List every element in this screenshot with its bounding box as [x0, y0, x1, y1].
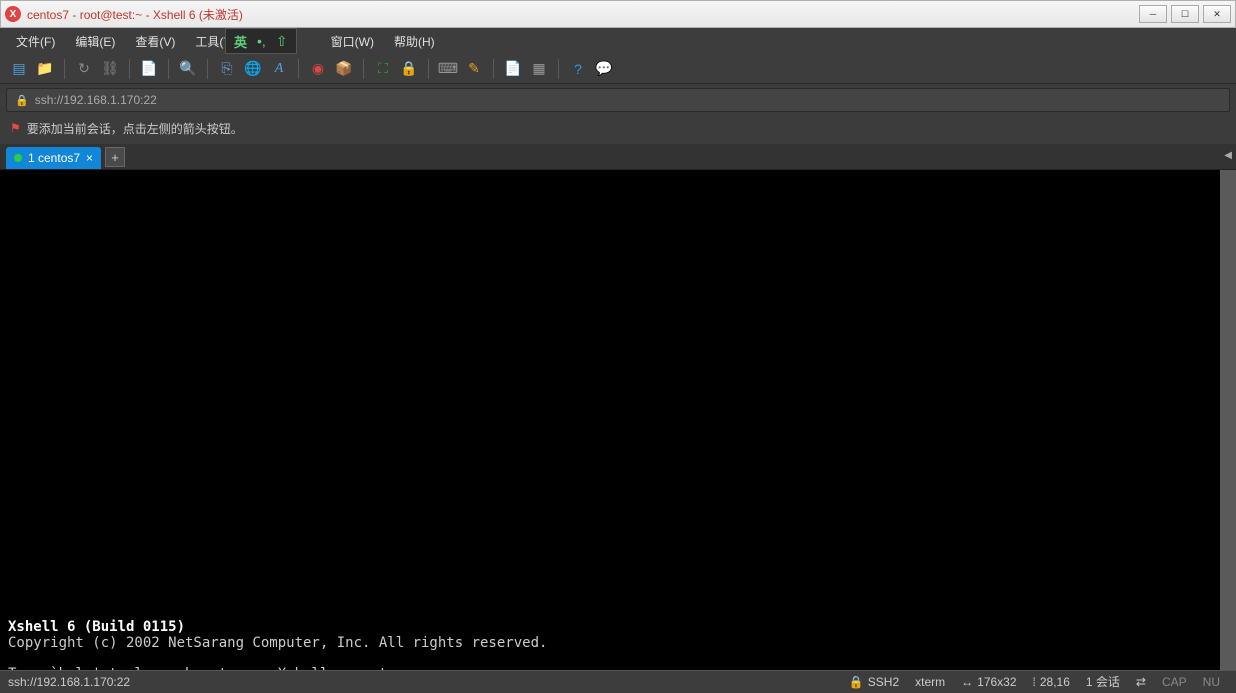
session-tab[interactable]: 1 centos7 ×	[6, 147, 101, 169]
status-lock-icon: 🔒	[849, 675, 864, 689]
separator	[64, 59, 65, 79]
window-title: centos7 - root@test:~ - Xshell 6 (未激活)	[27, 6, 1135, 23]
info-text: 要添加当前会话，点击左侧的箭头按钮。	[27, 120, 243, 137]
address-bar[interactable]: 🔒 ssh://192.168.1.170:22	[6, 88, 1230, 112]
separator	[363, 59, 364, 79]
status-dot-icon	[14, 154, 22, 162]
new-file-icon[interactable]: 📄	[503, 59, 523, 79]
terminal-line: Xshell 6 (Build 0115)	[8, 619, 185, 635]
tab-close-icon[interactable]: ×	[86, 151, 93, 165]
xftp-icon[interactable]: 📦	[334, 59, 354, 79]
terminal-scrollbar[interactable]	[1220, 170, 1236, 670]
menu-help[interactable]: 帮助(H)	[384, 29, 445, 54]
properties-icon[interactable]: 📄	[139, 59, 159, 79]
globe-icon[interactable]: 🌐	[243, 59, 263, 79]
separator	[129, 59, 130, 79]
status-term: xterm	[915, 675, 945, 689]
reconnect-icon[interactable]: ↻	[74, 59, 94, 79]
separator	[428, 59, 429, 79]
maximize-button[interactable]: ☐	[1171, 5, 1199, 23]
tab-label: 1 centos7	[28, 151, 80, 165]
size-icon: ↔	[961, 675, 973, 689]
keyboard-icon[interactable]: ⌨	[438, 59, 458, 79]
ime-punct-icon: •,	[257, 33, 266, 49]
ime-indicator[interactable]: 英 •, ⇧	[225, 28, 297, 54]
terminal-view[interactable]: Xshell 6 (Build 0115) Copyright (c) 2002…	[0, 170, 1236, 670]
pos-icon: ⁞	[1033, 675, 1036, 689]
info-bar: ⚑ 要添加当前会话，点击左侧的箭头按钮。	[6, 116, 1230, 140]
status-cap: CAP	[1162, 675, 1187, 689]
menu-bar: 文件(F) 编辑(E) 查看(V) 工具(T 英 •, ⇧ 窗口(W) 帮助(H…	[0, 28, 1236, 54]
app-icon: X	[5, 6, 21, 22]
find-icon[interactable]: 🔍	[178, 59, 198, 79]
status-sessions: 1 会话	[1086, 673, 1120, 690]
tab-strip: 1 centos7 × + ◀	[0, 144, 1236, 170]
menu-window[interactable]: 窗口(W)	[321, 29, 384, 54]
lock-icon[interactable]: 🔒	[399, 59, 419, 79]
xagent-icon[interactable]: ◉	[308, 59, 328, 79]
menu-edit[interactable]: 编辑(E)	[65, 29, 125, 54]
transfer-icon[interactable]: ⇄	[1136, 675, 1146, 689]
toolbar: ▤ 📁 ↻ ⛓ 📄 🔍 ⎘ 🌐 A ◉ 📦 ⛶ 🔒 ⌨ ✎ 📄 ▦ ? 💬	[0, 54, 1236, 84]
status-address: ssh://192.168.1.170:22	[8, 675, 841, 689]
separator	[298, 59, 299, 79]
ime-mode-label: 英	[234, 32, 247, 51]
minimize-button[interactable]: ─	[1139, 5, 1167, 23]
open-session-icon[interactable]: 📁	[35, 59, 55, 79]
copy-icon[interactable]: ⎘	[217, 59, 237, 79]
status-pos: 28,16	[1040, 675, 1070, 689]
separator	[207, 59, 208, 79]
fullscreen-icon[interactable]: ⛶	[373, 59, 393, 79]
status-bar: ssh://192.168.1.170:22 🔒 SSH2 xterm ↔ 176x…	[0, 670, 1236, 692]
menu-file[interactable]: 文件(F)	[6, 29, 65, 54]
layout-icon[interactable]: ▦	[529, 59, 549, 79]
status-ssh: SSH2	[868, 675, 899, 689]
disconnect-icon[interactable]: ⛓	[100, 59, 120, 79]
ssl-lock-icon: 🔒	[15, 94, 29, 107]
font-icon[interactable]: A	[269, 59, 289, 79]
address-text: ssh://192.168.1.170:22	[35, 93, 157, 107]
menu-view[interactable]: 查看(V)	[125, 29, 185, 54]
separator	[558, 59, 559, 79]
tab-overflow-icon[interactable]: ◀	[1224, 150, 1232, 161]
status-size: 176x32	[977, 675, 1016, 689]
separator	[168, 59, 169, 79]
highlight-icon[interactable]: ✎	[464, 59, 484, 79]
close-button[interactable]: ✕	[1203, 5, 1231, 23]
scrollbar-thumb[interactable]	[1220, 170, 1236, 670]
terminal-line: Copyright (c) 2002 NetSarang Computer, I…	[8, 635, 547, 651]
new-tab-button[interactable]: +	[105, 147, 125, 167]
title-bar: X centos7 - root@test:~ - Xshell 6 (未激活)…	[0, 0, 1236, 28]
flag-icon: ⚑	[10, 121, 21, 135]
help-icon[interactable]: ?	[568, 59, 588, 79]
feedback-icon[interactable]: 💬	[594, 59, 614, 79]
separator	[493, 59, 494, 79]
status-num: NU	[1203, 675, 1220, 689]
ime-shift-icon: ⇧	[276, 33, 288, 50]
new-session-icon[interactable]: ▤	[9, 59, 29, 79]
terminal-line: Type `help' to learn how to use Xshell p…	[8, 666, 396, 671]
